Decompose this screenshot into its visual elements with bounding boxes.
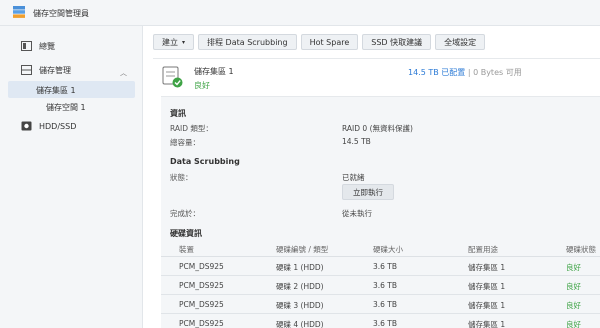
allocation-cell: 儲存集區 1 (468, 263, 506, 272)
storage-pool-icon (162, 66, 183, 88)
disk-status-cell: 良好 (566, 282, 581, 291)
pool-detail: 資訊 RAID 類型： RAID 0 (無資料保護) 總容量： 14.5 TB … (161, 96, 600, 328)
pool-capacity: 14.5 TB 已配置 | 0 Bytes 可用 (408, 67, 522, 78)
scrubbing-title: Data Scrubbing (170, 157, 240, 166)
allocation-cell: 儲存集區 1 (468, 320, 506, 328)
capacity-separator: | (467, 68, 471, 77)
total-capacity-label: 總容量： (170, 138, 200, 147)
column-header[interactable]: 裝置 (179, 244, 194, 255)
title-bar: 儲存空間管理員 (0, 0, 600, 26)
disk-id-cell: 硬碟 2 (HDD) (276, 282, 324, 291)
column-header[interactable]: 硬碟編號 / 類型 (276, 244, 328, 255)
disk-info-title: 硬碟資訊 (170, 229, 202, 238)
overview-icon (20, 40, 32, 52)
scrubbing-status-value: 已就緒 (342, 173, 365, 182)
sidebar-item-label: HDD/SSD (39, 121, 77, 131)
completed-at-label: 完成於： (170, 209, 200, 218)
disk-size-cell: 3.6 TB (373, 319, 398, 328)
device-cell: PCM_DS925 (179, 300, 224, 309)
schedule-scrubbing-button[interactable]: 排程 Data Scrubbing (198, 34, 297, 50)
run-now-button[interactable]: 立即執行 (342, 184, 394, 200)
create-label: 建立 (162, 37, 178, 47)
create-button[interactable]: 建立 ▾ (153, 34, 195, 50)
disk-size-cell: 3.6 TB (373, 300, 398, 309)
allocation-cell: 儲存集區 1 (468, 301, 506, 310)
capacity-free: 0 Bytes 可用 (473, 68, 522, 77)
storage-icon (20, 64, 32, 76)
allocation-cell: 儲存集區 1 (468, 282, 506, 291)
disk-size-cell: 3.6 TB (373, 281, 398, 290)
raid-type-label: RAID 類型： (170, 124, 213, 133)
raid-type-value: RAID 0 (無資料保護) (342, 124, 413, 133)
disk-size-cell: 3.6 TB (373, 262, 398, 271)
storage-manager-app-icon (13, 6, 25, 18)
completed-at-value: 從未執行 (342, 209, 372, 218)
disk-status-cell: 良好 (566, 263, 581, 272)
disk-status-cell: 良好 (566, 301, 581, 310)
sidebar-item-label: 總覽 (39, 41, 55, 51)
disk-icon (20, 120, 32, 132)
sidebar-item-pool1[interactable]: 儲存集區 1 (36, 85, 76, 96)
caret-down-icon: ▾ (182, 38, 186, 46)
column-header[interactable]: 配置用途 (468, 244, 498, 255)
scrubbing-status-label: 狀態： (170, 173, 193, 182)
disk-table-header: 裝置 硬碟編號 / 類型 硬碟大小 配置用途 硬碟狀態 (161, 240, 600, 257)
chevron-up-icon[interactable]: ︿ (120, 68, 127, 78)
device-cell: PCM_DS925 (179, 281, 224, 290)
toolbar: 建立 ▾ 排程 Data Scrubbing Hot Spare SSD 快取建… (153, 34, 486, 50)
column-header[interactable]: 硬碟大小 (373, 244, 403, 255)
table-row[interactable]: PCM_DS925 硬碟 1 (HDD) 3.6 TB 儲存集區 1 良好 (161, 258, 600, 276)
hot-spare-button[interactable]: Hot Spare (300, 34, 359, 50)
app-title: 儲存空間管理員 (33, 9, 89, 18)
total-capacity-value: 14.5 TB (342, 137, 371, 146)
sidebar-item-storage[interactable]: 儲存管理 (20, 62, 71, 78)
ssd-cache-advisor-button[interactable]: SSD 快取建議 (362, 34, 432, 50)
device-cell: PCM_DS925 (179, 319, 224, 328)
pool-status: 良好 (194, 81, 210, 90)
disk-id-cell: 硬碟 4 (HDD) (276, 320, 324, 328)
sidebar-item-label: 儲存管理 (39, 65, 71, 75)
info-title: 資訊 (170, 109, 186, 118)
disk-status-cell: 良好 (566, 320, 581, 328)
capacity-used: 14.5 TB 已配置 (408, 68, 466, 77)
sidebar: 總覽 儲存管理 ︿ 儲存集區 1 儲存空間 1 HDD/SSD (0, 26, 143, 328)
table-row[interactable]: PCM_DS925 硬碟 4 (HDD) 3.6 TB 儲存集區 1 良好 (161, 315, 600, 328)
disk-id-cell: 硬碟 1 (HDD) (276, 263, 324, 272)
table-row[interactable]: PCM_DS925 硬碟 3 (HDD) 3.6 TB 儲存集區 1 良好 (161, 296, 600, 314)
table-row[interactable]: PCM_DS925 硬碟 2 (HDD) 3.6 TB 儲存集區 1 良好 (161, 277, 600, 295)
global-settings-button[interactable]: 全域設定 (435, 34, 486, 50)
pool-name: 儲存集區 1 (194, 67, 234, 76)
disk-id-cell: 硬碟 3 (HDD) (276, 301, 324, 310)
device-cell: PCM_DS925 (179, 262, 224, 271)
main-panel: 建立 ▾ 排程 Data Scrubbing Hot Spare SSD 快取建… (143, 26, 600, 328)
sidebar-item-hdd-ssd[interactable]: HDD/SSD (20, 118, 76, 134)
sidebar-item-overview[interactable]: 總覽 (20, 38, 55, 54)
column-header[interactable]: 硬碟狀態 (566, 244, 596, 255)
sidebar-item-volume1[interactable]: 儲存空間 1 (46, 102, 86, 113)
